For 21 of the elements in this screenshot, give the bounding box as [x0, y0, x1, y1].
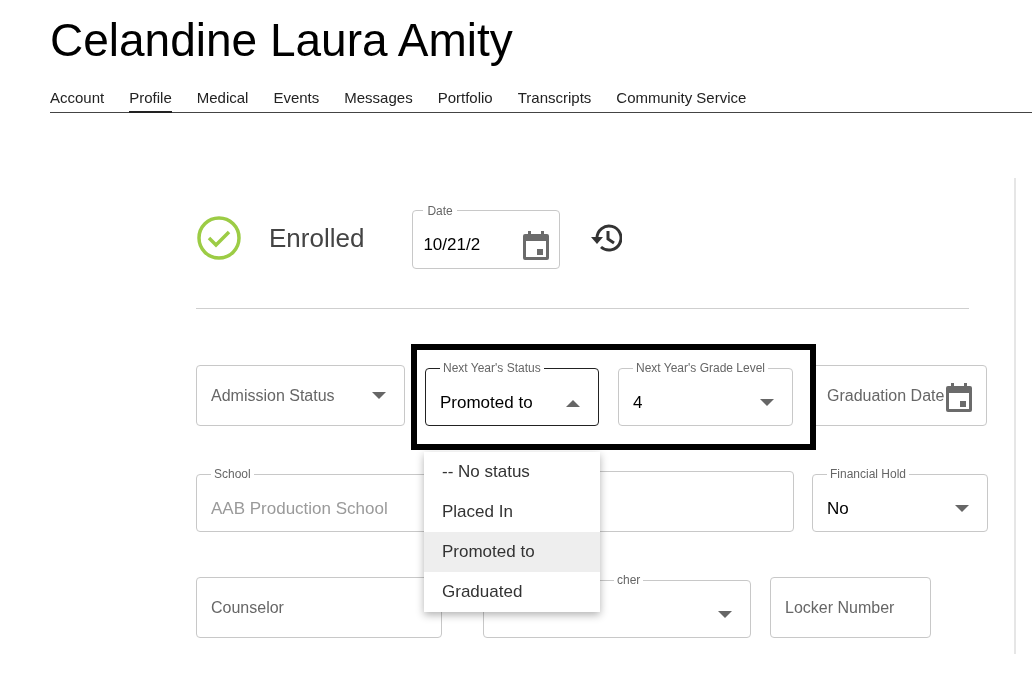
tab[interactable]: Community Service: [616, 86, 747, 113]
check-circle-icon: [196, 215, 242, 261]
enrollment-status: Enrolled: [269, 221, 365, 255]
menu-item[interactable]: Placed In: [424, 492, 600, 532]
menu-item[interactable]: -- No status: [424, 452, 600, 492]
tab[interactable]: Transcripts: [517, 86, 592, 113]
input-field[interactable]: Locker Number: [770, 577, 931, 638]
tab[interactable]: Events: [273, 86, 320, 113]
tab[interactable]: Account: [50, 86, 105, 113]
menu-item[interactable]: Graduated: [424, 572, 600, 612]
student-name: Celandine Laura Amity: [50, 13, 514, 68]
tab[interactable]: Profile: [129, 86, 172, 113]
calendar-icon: [946, 382, 972, 412]
tab[interactable]: Medical: [196, 86, 249, 113]
tab[interactable]: Messages: [344, 86, 413, 113]
tab[interactable]: Portfolio: [437, 86, 493, 113]
calendar-icon: [523, 229, 550, 260]
select-field[interactable]: Admission Status: [196, 365, 405, 426]
caret-down-icon: [372, 391, 386, 400]
menu-item[interactable]: Promoted to: [424, 532, 600, 572]
history-icon: [588, 223, 623, 253]
